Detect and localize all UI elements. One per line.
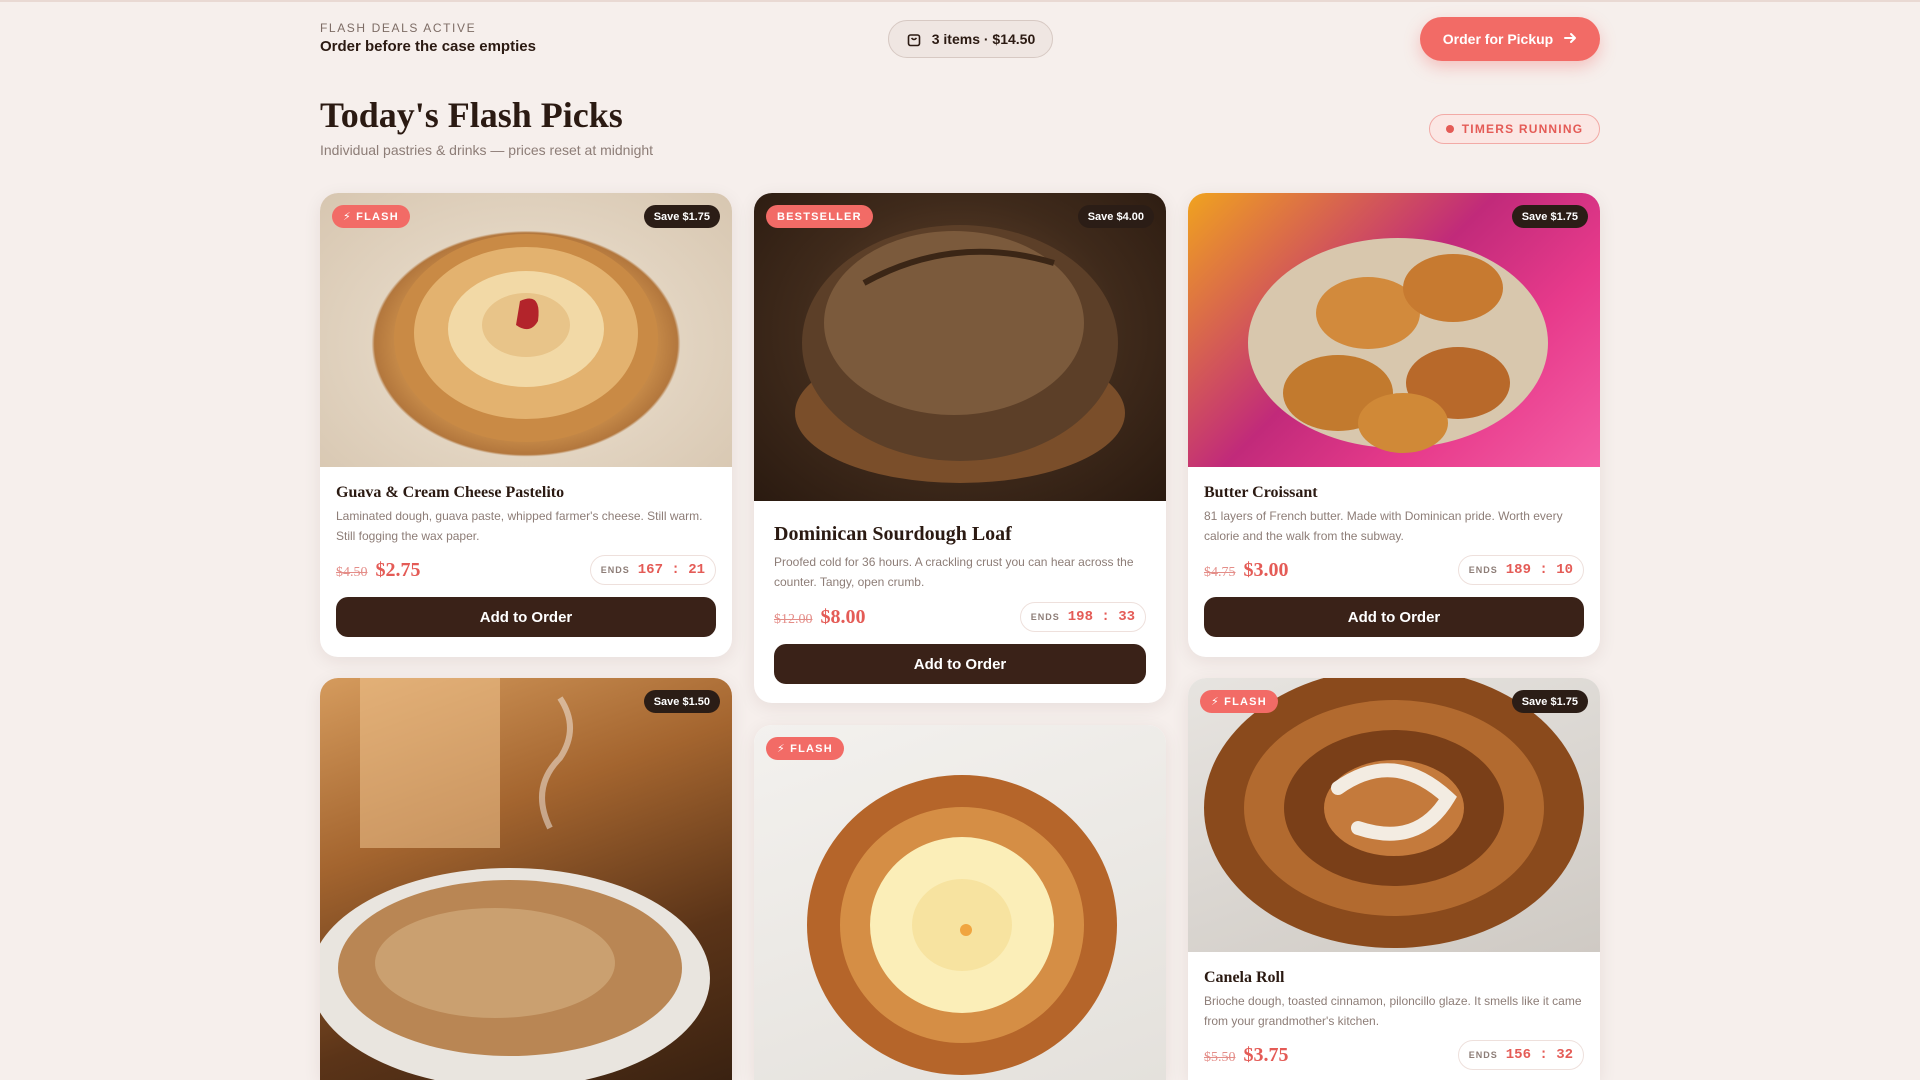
add-to-order-button[interactable]: Add to Order [336, 597, 716, 637]
timers-status-badge: TIMERS RUNNING [1429, 114, 1600, 144]
countdown-label: ENDS [1468, 565, 1498, 575]
product-description: Brioche dough, toasted cinnamon, pilonci… [1204, 994, 1582, 1028]
countdown-timer: ENDS 156 : 32 [1457, 1040, 1584, 1070]
flash-badge: ⚡ FLASH [1200, 690, 1278, 713]
product-image: ⚡ FLASH [754, 725, 1166, 1080]
countdown-label: ENDS [1030, 612, 1060, 622]
add-to-order-button[interactable]: Add to Order [1204, 597, 1584, 637]
product-title: Butter Croissant [1204, 484, 1318, 501]
product-image: Save $1.75 [1188, 193, 1600, 467]
flash-status-label: FLASH DEALS ACTIVE [320, 21, 477, 35]
product-title: Canela Roll [1204, 969, 1285, 986]
savings-badge: Save $4.00 [1077, 205, 1154, 228]
product-card-sourdough: BESTSELLER Save $4.00 Dominican Sourdoug… [754, 193, 1166, 703]
countdown-label: ENDS [600, 565, 630, 575]
product-description: Laminated dough, guava paste, whipped fa… [336, 509, 703, 543]
countdown-label: ENDS [1468, 1050, 1498, 1060]
sale-price: $3.00 [1243, 558, 1289, 581]
product-description: 81 layers of French butter. Made with Do… [1204, 509, 1563, 543]
croissant-illustration [1248, 238, 1548, 453]
product-card-cheese-danish: ⚡ FLASH [754, 725, 1166, 1080]
countdown-value: 198 : 33 [1067, 609, 1135, 625]
savings-badge: Save $1.75 [643, 205, 720, 228]
sale-price: $2.75 [375, 558, 421, 581]
countdown-value: 189 : 10 [1505, 562, 1573, 578]
add-to-order-button[interactable]: Add to Order [774, 644, 1146, 684]
countdown-timer: ENDS 167 : 21 [589, 555, 716, 585]
shopping-bag-icon [906, 31, 922, 47]
sale-price: $3.75 [1243, 1043, 1289, 1066]
countdown-value: 167 : 21 [637, 562, 705, 578]
order-for-pickup-label: Order for Pickup [1442, 31, 1554, 47]
page-title: Today's Flash Picks [320, 95, 623, 135]
cinnamon-roll-illustration [1204, 678, 1584, 948]
bread-illustration [795, 225, 1125, 483]
product-card-croissant: Save $1.75 Butter Croissant 81 layers of… [1188, 193, 1600, 657]
savings-badge: Save $1.50 [643, 690, 720, 713]
original-price: $12.00 [774, 611, 813, 627]
product-image: ⚡ FLASH Save $1.75 [320, 193, 732, 467]
header: FLASH DEALS ACTIVE Order before the case… [0, 0, 1920, 80]
product-card-canela-roll: ⚡ FLASH Save $1.75 Canela Roll Brioche d… [1188, 678, 1600, 1080]
original-price: $5.50 [1204, 1049, 1236, 1065]
order-for-pickup-button[interactable]: Order for Pickup [1420, 17, 1600, 61]
danish-illustration [807, 775, 1117, 1075]
status-dot-icon [1445, 125, 1454, 133]
page-subtitle: Individual pastries & drinks — prices re… [320, 142, 654, 158]
coffee-cup-illustration [320, 678, 710, 1080]
product-image: Save $1.50 [320, 678, 732, 1080]
product-description: Proofed cold for 36 hours. A crackling c… [774, 555, 1134, 589]
product-title: Guava & Cream Cheese Pastelito [336, 484, 565, 501]
savings-badge: Save $1.75 [1511, 690, 1588, 713]
flash-badge: ⚡ FLASH [766, 737, 844, 760]
sale-price: $8.00 [820, 605, 866, 628]
bestseller-badge: BESTSELLER [766, 205, 873, 228]
savings-badge: Save $1.75 [1511, 205, 1588, 228]
product-image: ⚡ FLASH Save $1.75 [1188, 678, 1600, 952]
product-card-pastelito: ⚡ FLASH Save $1.75 Guava & Cream Cheese … [320, 193, 732, 657]
product-card-coffee: Save $1.50 [320, 678, 732, 1080]
product-title: Dominican Sourdough Loaf [774, 523, 1012, 545]
flash-badge: ⚡ FLASH [332, 205, 410, 228]
cart-summary-text: 3 items · $14.50 [931, 31, 1036, 47]
arrow-right-icon [1563, 31, 1577, 48]
original-price: $4.75 [1204, 564, 1236, 580]
pastry-illustration [394, 234, 658, 442]
countdown-timer: ENDS 198 : 33 [1019, 602, 1146, 632]
original-price: $4.50 [336, 564, 368, 580]
timers-status-label: TIMERS RUNNING [1461, 122, 1584, 136]
product-image: BESTSELLER Save $4.00 [754, 193, 1166, 501]
flash-status-subtitle: Order before the case empties [320, 38, 536, 55]
countdown-value: 156 : 32 [1505, 1047, 1573, 1063]
cart-summary-button[interactable]: 3 items · $14.50 [888, 20, 1053, 58]
countdown-timer: ENDS 189 : 10 [1457, 555, 1584, 585]
